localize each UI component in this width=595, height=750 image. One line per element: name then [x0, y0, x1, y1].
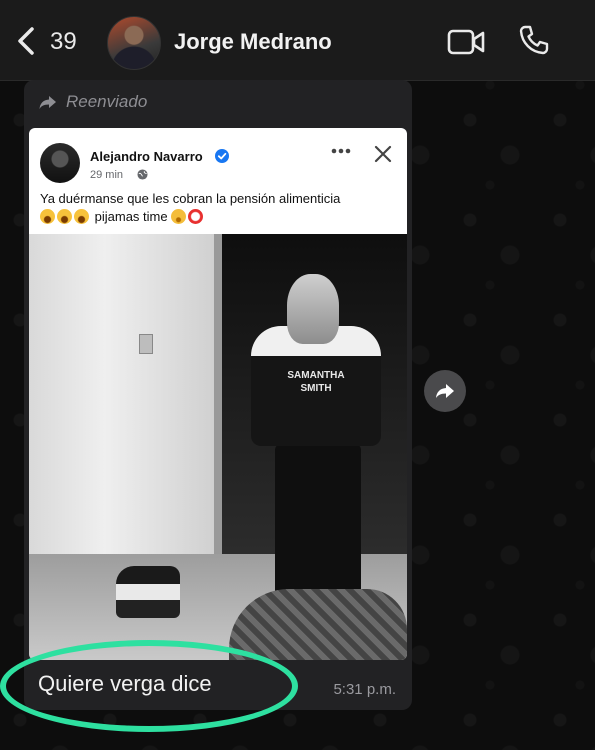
post-text-line-1: Ya duérmanse que les cobran la pensión a…: [40, 191, 341, 206]
laughing-emoji-icon: [40, 209, 55, 224]
photo-wall: [29, 234, 219, 574]
forwarded-message-bubble[interactable]: Reenviado Alejandro Navarro 29 min Ya du…: [24, 80, 412, 710]
shared-post-card[interactable]: Alejandro Navarro 29 min Ya duérmanse qu…: [29, 128, 407, 660]
message-time: 5:31 p.m.: [333, 681, 396, 698]
light-switch: [139, 334, 153, 354]
laughing-emoji-icon: [74, 209, 89, 224]
verified-badge-icon: [215, 149, 229, 163]
share-button[interactable]: [424, 370, 466, 412]
more-options-icon[interactable]: [330, 146, 352, 156]
contact-avatar[interactable]: [107, 16, 161, 70]
person-hair: [287, 274, 339, 344]
unread-count[interactable]: 39: [50, 28, 77, 56]
laughing-emoji-icon: [57, 209, 72, 224]
globe-icon: [137, 169, 148, 180]
share-arrow-icon: [436, 384, 454, 398]
sleeping-emoji-icon: [171, 209, 187, 224]
photo-wall-edge: [214, 234, 222, 584]
contact-name[interactable]: Jorge Medrano: [174, 29, 332, 55]
post-text-line-2-text: pijamas time: [94, 209, 168, 224]
post-text-line-2: pijamas time: [40, 208, 396, 226]
chevron-left-icon[interactable]: [14, 26, 38, 56]
forwarded-label: Reenviado: [66, 92, 148, 111]
close-icon[interactable]: [374, 145, 392, 163]
person-legs: [275, 444, 361, 604]
post-photo[interactable]: SAMANTHA SMITH: [29, 234, 407, 660]
post-time: 29 min: [90, 169, 124, 181]
post-author-avatar[interactable]: [40, 143, 80, 183]
forwarded-indicator: Reenviado: [38, 92, 147, 112]
video-call-icon[interactable]: [447, 28, 485, 56]
sneaker: [116, 566, 180, 618]
message-text: Quiere verga dice: [38, 671, 212, 696]
post-author-name[interactable]: Alejandro Navarro: [90, 149, 203, 164]
jersey-text: SAMANTHA SMITH: [287, 370, 345, 394]
blanket: [229, 589, 407, 660]
forward-arrow-icon: [39, 96, 56, 109]
post-text: Ya duérmanse que les cobran la pensión a…: [40, 190, 396, 226]
chat-header: 39 Jorge Medrano: [0, 0, 595, 81]
phone-icon[interactable]: [518, 24, 550, 56]
alarm-clock-emoji-icon: [188, 209, 204, 224]
